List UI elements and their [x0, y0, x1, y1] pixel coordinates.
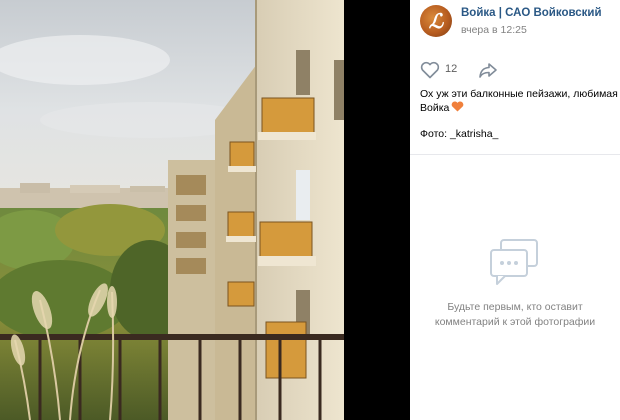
post-actions: 12: [410, 56, 620, 84]
post-caption: Ох уж эти балконные пейзажи, любимая Вой…: [420, 87, 620, 115]
post-time[interactable]: вчера в 12:25: [461, 24, 527, 36]
community-name-link[interactable]: Войка | САО Войковский: [461, 7, 602, 19]
post-photo[interactable]: [0, 0, 344, 420]
post-side-panel: ℒ Войка | САО Войковский вчера в 12:25 1…: [410, 0, 620, 420]
empty-comments-text: Будьте первым, кто оставит комментарий к…: [434, 301, 596, 328]
like-count: 12: [445, 63, 458, 75]
post-header: ℒ Войка | САО Войковский вчера в 12:25: [410, 0, 620, 46]
balcony-street-photo: [0, 0, 344, 420]
community-avatar[interactable]: ℒ: [420, 5, 452, 37]
photo-credit: Фото: _katrisha_: [420, 128, 499, 140]
caption-text: Ох уж эти балконные пейзажи, любимая Вой…: [420, 88, 618, 114]
heart-outline-icon[interactable]: [420, 61, 440, 79]
speech-bubble-icon: [490, 239, 538, 285]
empty-comments: Будьте первым, кто оставит комментарий к…: [410, 236, 620, 330]
share-arrow-icon[interactable]: [478, 61, 498, 79]
divider: [410, 154, 620, 155]
community-logo: ℒ: [428, 9, 444, 33]
orange-heart-icon: [452, 101, 464, 112]
photo-viewer: [0, 0, 410, 420]
